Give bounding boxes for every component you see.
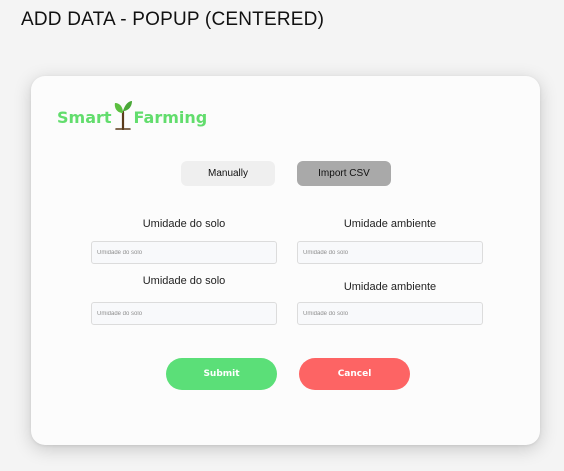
sprout-icon: [114, 101, 132, 130]
logo-text-left: Smart: [57, 108, 112, 127]
logo-text-right: Farming: [133, 108, 208, 127]
page-title: ADD DATA - POPUP (CENTERED): [21, 9, 325, 30]
field-label-umidade-ambiente-2: Umidade ambiente: [343, 281, 437, 293]
umidade-ambiente-input-2[interactable]: [297, 302, 483, 325]
umidade-solo-input-1[interactable]: [91, 241, 277, 264]
field-label-umidade-solo-2: Umidade do solo: [142, 275, 226, 287]
add-data-popup: Smart Farming Manually Import CSV Umidad…: [31, 76, 540, 445]
tab-import-csv[interactable]: Import CSV: [297, 161, 391, 186]
smart-farming-logo: Smart Farming: [57, 96, 207, 130]
field-label-umidade-solo-1: Umidade do solo: [142, 218, 226, 230]
umidade-solo-input-2[interactable]: [91, 302, 277, 325]
submit-button[interactable]: Submit: [166, 358, 277, 390]
tab-manually[interactable]: Manually: [181, 161, 275, 186]
cancel-button[interactable]: Cancel: [299, 358, 410, 390]
field-label-umidade-ambiente-1: Umidade ambiente: [343, 218, 437, 230]
umidade-ambiente-input-1[interactable]: [297, 241, 483, 264]
